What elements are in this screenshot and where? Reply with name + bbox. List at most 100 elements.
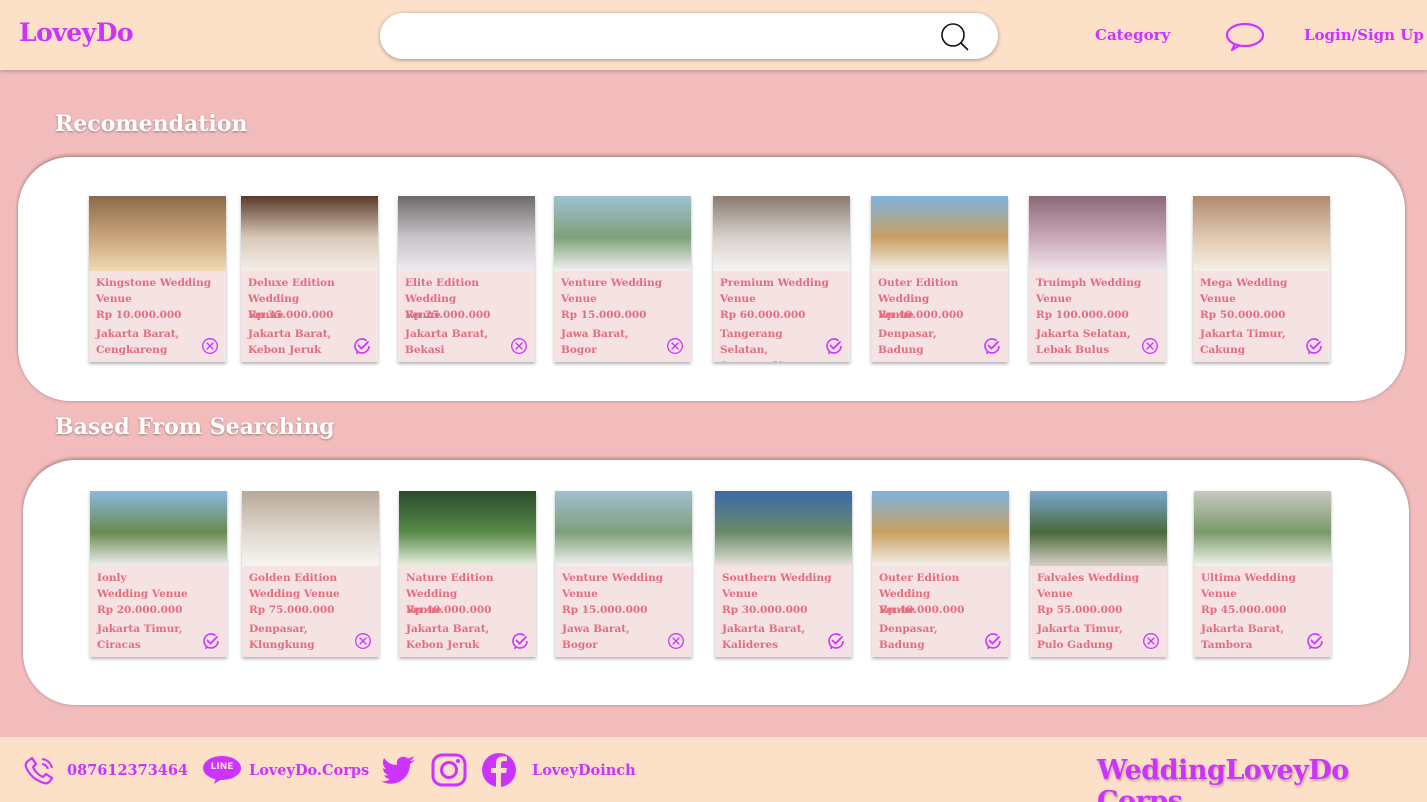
- venue-photo[interactable]: [1193, 196, 1330, 271]
- x-circle-icon[interactable]: [201, 337, 219, 355]
- venue-name[interactable]: Falvales Wedding Venue: [1037, 570, 1161, 602]
- venue-location: Jakarta Timur, Cakung: [1200, 328, 1286, 356]
- venue-location: Jakarta Selatan, Lebak Bulus: [1036, 328, 1131, 356]
- venue-name[interactable]: Kingstone Wedding Venue: [96, 275, 220, 307]
- check-circle-icon[interactable]: [1306, 632, 1324, 650]
- venue-photo[interactable]: [1194, 491, 1331, 566]
- check-circle-icon[interactable]: [202, 632, 220, 650]
- line-icon[interactable]: LINE: [202, 755, 242, 785]
- twitter-icon[interactable]: [381, 756, 417, 784]
- venue-photo[interactable]: [1030, 491, 1167, 566]
- check-circle-icon[interactable]: [825, 337, 843, 355]
- venue-card[interactable]: Elite Edition Wedding Venue Rp 25.000.000…: [398, 196, 535, 362]
- login-signup-link[interactable]: Login/Sign Up: [1304, 26, 1424, 44]
- x-circle-icon[interactable]: [667, 632, 685, 650]
- venue-location: Jakarta Barat, Bekasi: [405, 328, 489, 356]
- check-circle-icon[interactable]: [983, 337, 1001, 355]
- venue-card[interactable]: Ionly Wedding Venue Rp 20.000.000 Jakarta …: [90, 491, 227, 657]
- x-circle-icon[interactable]: [1142, 632, 1160, 650]
- venue-photo[interactable]: [241, 196, 378, 271]
- venue-card[interactable]: Deluxe Edition Wedding Venue Rp 35.000.00…: [241, 196, 378, 362]
- venue-name[interactable]: Ionly Wedding Venue: [97, 570, 221, 602]
- chat-bubble-icon[interactable]: [1225, 22, 1265, 52]
- instagram-icon[interactable]: [431, 753, 467, 787]
- venue-card[interactable]: Outer Edition Wedding Venue Rp 40.000.000…: [872, 491, 1009, 657]
- venue-photo[interactable]: [554, 196, 691, 271]
- venue-card[interactable]: Truimph Wedding Venue Rp 100.000.000 Jakar…: [1029, 196, 1166, 362]
- x-circle-icon[interactable]: [666, 337, 684, 355]
- venue-name[interactable]: Premium Wedding Venue: [720, 275, 844, 307]
- venue-photo[interactable]: [399, 491, 536, 566]
- facebook-icon[interactable]: [481, 752, 517, 788]
- line-icon-label: LINE: [210, 762, 234, 772]
- check-circle-icon[interactable]: [353, 337, 371, 355]
- venue-price: Rp 15.000.000: [562, 604, 648, 616]
- search-bar[interactable]: [380, 13, 998, 59]
- check-circle-icon[interactable]: [1305, 337, 1323, 355]
- venue-name[interactable]: Ultima Wedding Venue: [1201, 570, 1325, 602]
- venue-card[interactable]: Kingstone Wedding Venue Rp 10.000.000 Jaka…: [89, 196, 226, 362]
- venue-location: Jawa Barat, Bogor: [562, 623, 630, 651]
- venue-price: Rp 20.000.000: [97, 604, 183, 616]
- venue-name[interactable]: Venture Wedding Venue: [562, 570, 686, 602]
- venue-location: Jawa Barat, Bogor: [561, 328, 629, 356]
- search-input[interactable]: [400, 21, 920, 51]
- venue-name[interactable]: Golden Edition Wedding Venue: [249, 570, 373, 602]
- venue-location: Jakarta Barat, Kebon Jeruk: [248, 328, 332, 356]
- venue-card[interactable]: Premium Wedding Venue Rp 60.000.000 Tanger…: [713, 196, 850, 362]
- category-menu[interactable]: Category: [1095, 26, 1170, 44]
- venue-price: Rp 75.000.000: [249, 604, 335, 616]
- venue-name[interactable]: Venture Wedding Venue: [561, 275, 685, 307]
- x-circle-icon[interactable]: [510, 337, 528, 355]
- x-circle-icon[interactable]: [1141, 337, 1159, 355]
- venue-card[interactable]: Mega Wedding Venue Rp 50.000.000 Jakarta T…: [1193, 196, 1330, 362]
- venue-name[interactable]: Southern Wedding Venue: [722, 570, 846, 602]
- venue-location: Denpasar, Badung: [879, 623, 938, 651]
- check-circle-icon[interactable]: [984, 632, 1002, 650]
- venue-card[interactable]: Southern Wedding Venue Rp 30.000.000 Jakar…: [715, 491, 852, 657]
- footer-brand: WeddingLoveyDo Corps: [1097, 755, 1349, 802]
- venue-price: Rp 100.000.000: [1036, 309, 1129, 321]
- line-id[interactable]: LoveyDo.Corps: [249, 762, 369, 779]
- venue-card[interactable]: Venture Wedding Venue Rp 15.000.000 Jawa B…: [555, 491, 692, 657]
- check-circle-icon[interactable]: [827, 632, 845, 650]
- venue-price: Rp 55.000.000: [1037, 604, 1123, 616]
- phone-number[interactable]: 087612373464: [67, 762, 188, 779]
- logo[interactable]: LoveyDo: [19, 18, 134, 47]
- phone-icon: [24, 756, 54, 785]
- venue-location: Jakarta Barat, Cengkareng: [96, 328, 180, 356]
- venue-card[interactable]: Golden Edition Wedding Venue Rp 75.000.00…: [242, 491, 379, 657]
- searching-panel: Ionly Wedding Venue Rp 20.000.000 Jakarta …: [23, 460, 1409, 705]
- venue-card[interactable]: Venture Wedding Venue Rp 15.000.000 Jawa B…: [554, 196, 691, 362]
- venue-price: Rp 50.000.000: [1200, 309, 1286, 321]
- venue-photo[interactable]: [398, 196, 535, 271]
- venue-photo[interactable]: [713, 196, 850, 271]
- venue-price: Rp 40.000.000: [406, 604, 492, 616]
- check-circle-icon[interactable]: [511, 632, 529, 650]
- venue-price: Rp 15.000.000: [561, 309, 647, 321]
- venue-price: Rp 40.000.000: [879, 604, 965, 616]
- x-circle-icon[interactable]: [354, 632, 372, 650]
- footer: 087612373464 LINE LoveyDo.Corps LoveyDoi…: [0, 737, 1427, 802]
- venue-card[interactable]: Ultima Wedding Venue Rp 45.000.000 Jakarta…: [1194, 491, 1331, 657]
- venue-photo[interactable]: [242, 491, 379, 566]
- venue-location: Tangerang Selatan, Serpong Utara: [720, 328, 806, 362]
- facebook-handle[interactable]: LoveyDoinch: [532, 762, 636, 779]
- venue-price: Rp 45.000.000: [1201, 604, 1287, 616]
- search-icon[interactable]: [940, 22, 970, 52]
- venue-photo[interactable]: [90, 491, 227, 566]
- venue-price: Rp 10.000.000: [96, 309, 182, 321]
- venue-card[interactable]: Outer Edition Wedding Venue Rp 40.000.000…: [871, 196, 1008, 362]
- venue-location: Jakarta Barat, Kebon Jeruk: [406, 623, 490, 651]
- searching-title: Based From Searching: [55, 414, 335, 440]
- venue-photo[interactable]: [715, 491, 852, 566]
- venue-photo[interactable]: [89, 196, 226, 271]
- venue-photo[interactable]: [871, 196, 1008, 271]
- venue-name[interactable]: Mega Wedding Venue: [1200, 275, 1324, 307]
- venue-card[interactable]: Nature Edition Wedding Venue Rp 40.000.00…: [399, 491, 536, 657]
- venue-photo[interactable]: [872, 491, 1009, 566]
- venue-card[interactable]: Falvales Wedding Venue Rp 55.000.000 Jakar…: [1030, 491, 1167, 657]
- venue-name[interactable]: Truimph Wedding Venue: [1036, 275, 1160, 307]
- venue-photo[interactable]: [555, 491, 692, 566]
- venue-photo[interactable]: [1029, 196, 1166, 271]
